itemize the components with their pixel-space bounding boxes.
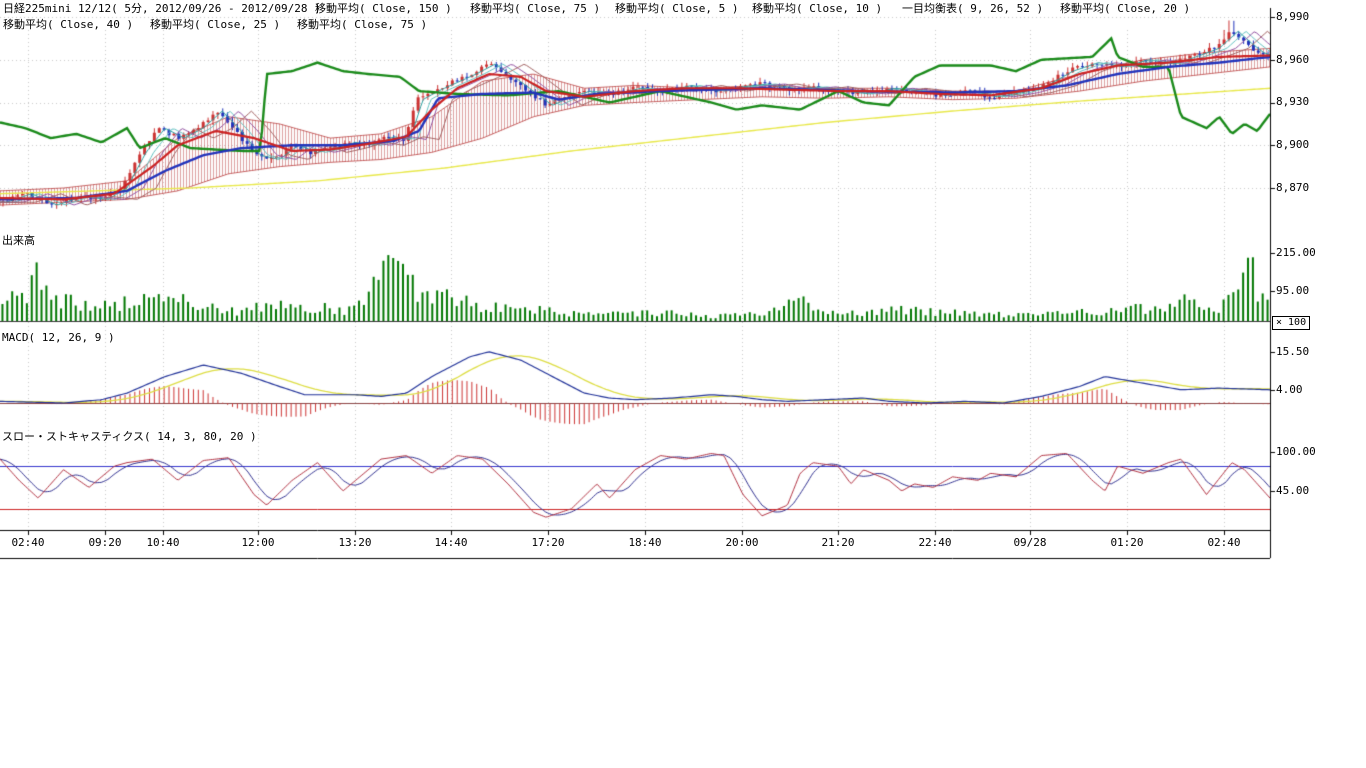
price-axis-tick: 8,990 (1276, 11, 1309, 23)
indicator-label-ma5: 移動平均( Close, 5 ) (615, 2, 738, 16)
price-axis-tick: 8,870 (1276, 182, 1309, 194)
macd-pane-label: MACD( 12, 26, 9 ) (2, 331, 115, 344)
indicator-label-ma150: 移動平均( Close, 150 ) (315, 2, 452, 16)
indicator-label-ma40: 移動平均( Close, 40 ) (3, 18, 133, 32)
x-axis-tick: 21:20 (816, 537, 860, 549)
x-axis-tick: 18:40 (623, 537, 667, 549)
price-chart-canvas[interactable] (0, 0, 1366, 768)
stoch-axis-tick: 100.00 (1276, 446, 1316, 458)
stoch-axis-tick: 45.00 (1276, 485, 1309, 497)
x-axis-tick: 02:40 (6, 537, 50, 549)
x-axis-tick: 17:20 (526, 537, 570, 549)
x-axis-tick: 01:20 (1105, 537, 1149, 549)
indicator-label-ma20: 移動平均( Close, 20 ) (1060, 2, 1190, 16)
x-axis-tick: 14:40 (429, 537, 473, 549)
indicator-label-ma75b: 移動平均( Close, 75 ) (297, 18, 427, 32)
volume-axis-tick: 95.00 (1276, 285, 1309, 297)
x-axis-tick: 13:20 (333, 537, 377, 549)
price-axis-tick: 8,960 (1276, 54, 1309, 66)
volume-axis-tick: 215.00 (1276, 247, 1316, 259)
price-axis-tick: 8,930 (1276, 96, 1309, 108)
indicator-label-ma25: 移動平均( Close, 25 ) (150, 18, 280, 32)
x-axis-tick: 09/28 (1008, 537, 1052, 549)
charting-app-window: 日経225mini 12/12( 5分, 2012/09/26 - 2012/0… (0, 0, 1366, 768)
x-axis-tick: 10:40 (141, 537, 185, 549)
volume-unit-box: × 100 (1272, 316, 1310, 330)
price-axis-tick: 8,900 (1276, 139, 1309, 151)
x-axis-tick: 02:40 (1202, 537, 1246, 549)
indicator-label-ma10: 移動平均( Close, 10 ) (752, 2, 882, 16)
x-axis-tick: 20:00 (720, 537, 764, 549)
stoch-pane-label: スロー・ストキャスティクス( 14, 3, 80, 20 ) (2, 430, 257, 443)
x-axis-tick: 09:20 (83, 537, 127, 549)
indicator-label-ma75: 移動平均( Close, 75 ) (470, 2, 600, 16)
macd-axis-tick: 15.50 (1276, 346, 1309, 358)
volume-pane-label: 出来高 (2, 234, 35, 247)
x-axis-tick: 22:40 (913, 537, 957, 549)
x-axis-tick: 12:00 (236, 537, 280, 549)
macd-axis-tick: 4.00 (1276, 384, 1303, 396)
chart-title: 日経225mini 12/12( 5分, 2012/09/26 - 2012/0… (3, 2, 321, 16)
indicator-label-ichimoku: 一目均衡表( 9, 26, 52 ) (902, 2, 1043, 16)
